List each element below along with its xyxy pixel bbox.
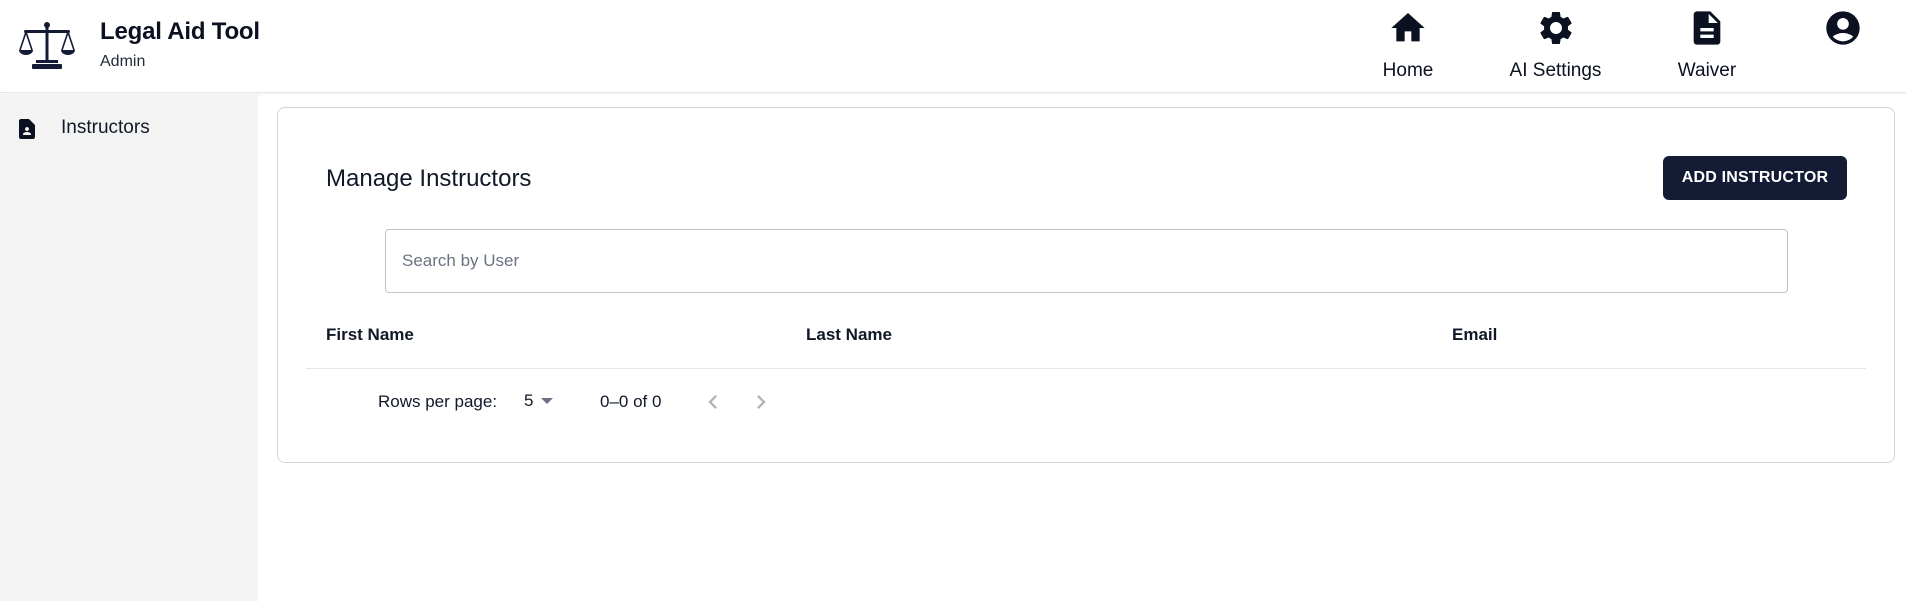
nav-waiver-label: Waiver — [1677, 60, 1737, 81]
app-title: Legal Aid Tool — [100, 18, 260, 45]
rows-per-page-value: 5 — [524, 391, 534, 410]
chevron-right-icon[interactable] — [747, 388, 775, 416]
column-header-last-name[interactable]: Last Name — [806, 325, 892, 345]
add-instructor-button[interactable]: ADD INSTRUCTOR — [1663, 156, 1847, 200]
nav-ai-settings-label: AI Settings — [1509, 60, 1602, 81]
scales-of-justice-icon — [19, 22, 75, 69]
gear-icon — [1539, 11, 1572, 44]
chevron-left-icon[interactable] — [699, 388, 727, 416]
nav-waiver[interactable]: Waiver — [1666, 8, 1748, 84]
nav-home-label: Home — [1382, 60, 1434, 81]
user-role: Admin — [100, 53, 146, 70]
contact-document-icon — [19, 119, 35, 139]
page-title: Manage Instructors — [326, 165, 532, 192]
pagination-range: 0–0 of 0 — [600, 392, 662, 411]
app-header: Legal Aid Tool Admin Home AI Settings Wa… — [0, 0, 1906, 93]
rows-per-page-select[interactable]: 5 — [524, 390, 564, 414]
search-input[interactable] — [385, 229, 1788, 293]
table-divider — [306, 368, 1866, 369]
caret-down-icon — [541, 398, 553, 404]
sidebar-item-label: Instructors — [61, 117, 150, 138]
manage-instructors-card: Manage Instructors ADD INSTRUCTOR First … — [277, 107, 1895, 463]
sidebar-item-instructors[interactable]: Instructors — [0, 112, 258, 146]
rows-per-page-label: Rows per page: — [378, 392, 498, 411]
sidebar: Instructors — [0, 94, 258, 601]
nav-ai-settings[interactable]: AI Settings — [1503, 8, 1608, 84]
column-header-email[interactable]: Email — [1452, 325, 1497, 345]
nav-home[interactable]: Home — [1368, 8, 1448, 84]
document-icon — [1693, 11, 1721, 45]
column-header-first-name[interactable]: First Name — [326, 325, 414, 345]
account-circle-icon — [1826, 11, 1860, 45]
nav-profile[interactable] — [1820, 8, 1866, 84]
home-icon — [1391, 13, 1425, 42]
